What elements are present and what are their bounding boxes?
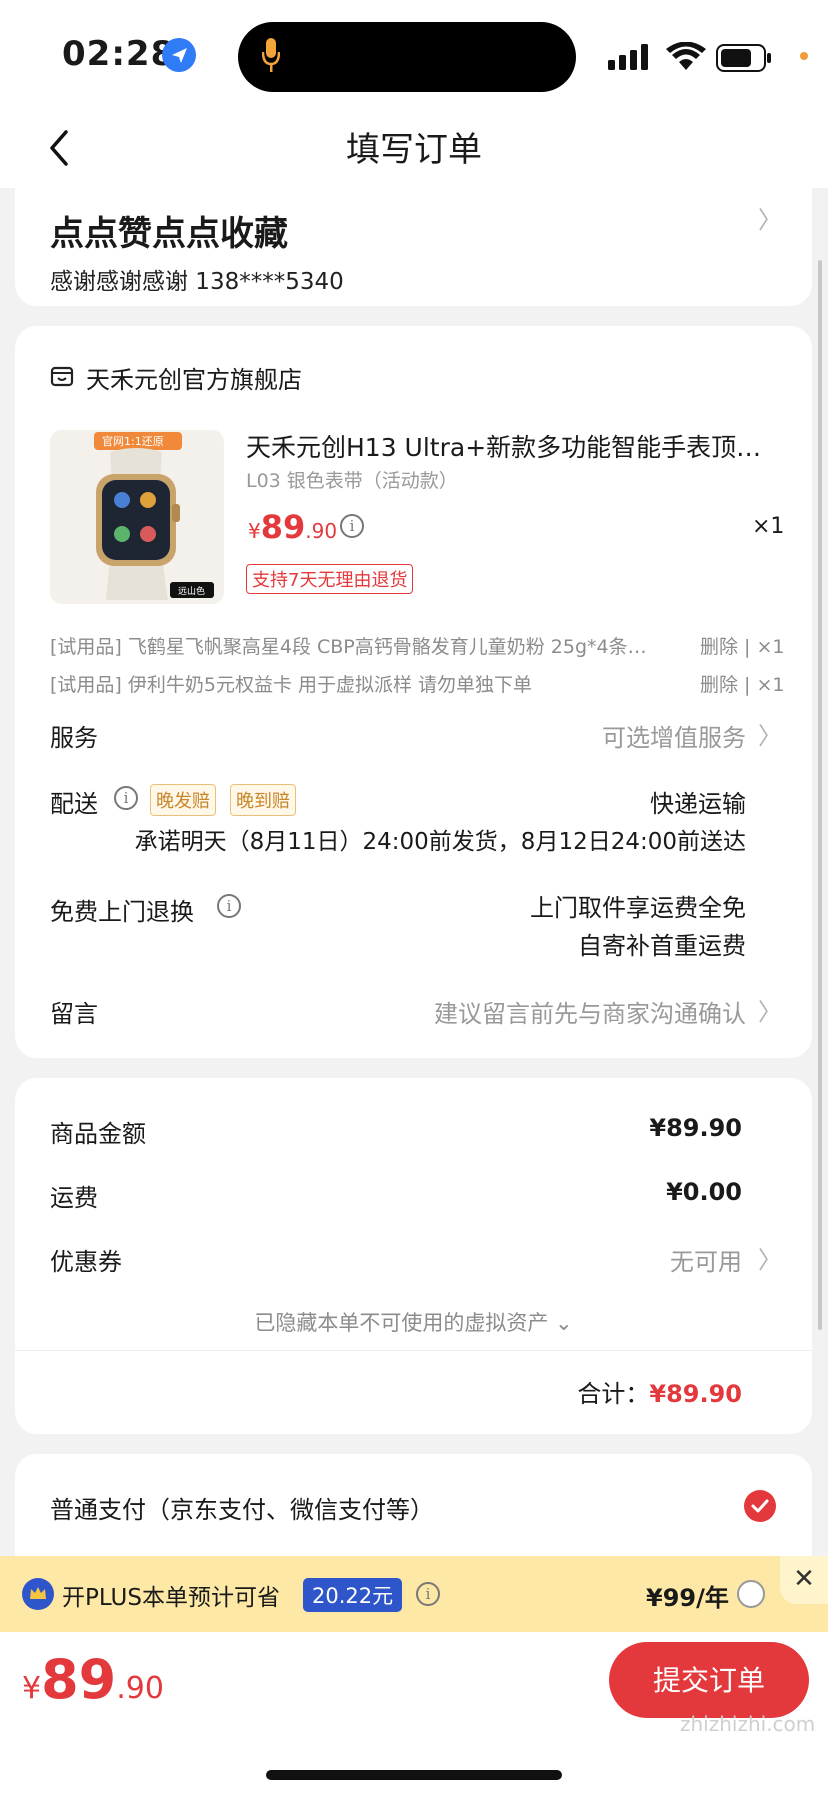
goods-amount-label: 商品金额: [50, 1120, 146, 1148]
store-icon: [50, 364, 74, 388]
close-icon[interactable]: ✕: [780, 1556, 828, 1604]
watermark: zhizhizhi.com: [680, 1712, 816, 1736]
status-time: 02:28: [62, 34, 176, 74]
product-image[interactable]: 官网1:1还原 远山色: [50, 430, 224, 604]
delivery-promise: 承诺明天（8月11日）24:00前发货，8月12日24:00前送达: [134, 829, 746, 855]
message-input[interactable]: 建议留言前先与商家沟通确认: [360, 994, 746, 1029]
trial-item-1: [试用品] 飞鹤星飞帆聚高星4段 CBP高钙骨骼发育儿童奶粉 25g*4条…: [50, 636, 647, 658]
bottom-total-price: ¥89.90: [22, 1648, 164, 1711]
plus-price: ¥99/年: [646, 1584, 729, 1612]
free-return-label: 免费上门退换: [50, 898, 194, 926]
delivery-label: 配送: [50, 790, 98, 818]
delivery-method[interactable]: 快递运输: [540, 784, 746, 819]
goods-amount-value: ¥89.90: [649, 1114, 742, 1142]
delivery-info-icon[interactable]: i: [114, 786, 138, 810]
shipping-value: ¥0.00: [666, 1178, 742, 1206]
coupon-label: 优惠券: [50, 1248, 122, 1276]
plus-savings-badge: 20.22元: [303, 1578, 403, 1612]
price-dec: .90: [305, 519, 338, 543]
microphone-icon: [261, 36, 281, 76]
price-int: 89: [260, 508, 306, 546]
plus-promo-text: 开PLUS本单预计可省: [62, 1585, 280, 1611]
shipping-label: 运费: [50, 1184, 98, 1212]
message-label: 留言: [50, 1000, 98, 1028]
free-return-line1: 上门取件享运费全免: [530, 894, 746, 922]
bottom-price-int: 89: [41, 1648, 117, 1711]
product-spec[interactable]: L03 银色表带（活动款）: [246, 466, 458, 493]
return-policy-tag: 支持7天无理由退货: [246, 564, 414, 594]
signal-icon: [608, 44, 652, 70]
chevron-right-icon: 〉: [758, 722, 782, 750]
chevron-right-icon: 〉: [758, 1246, 782, 1274]
plus-radio-button[interactable]: [737, 1580, 765, 1608]
hidden-assets-toggle[interactable]: 已隐藏本单不可使用的虚拟资产 ⌄: [15, 1307, 812, 1337]
trial-item-1-delete[interactable]: 删除 | ×1: [700, 632, 785, 659]
price-symbol: ¥: [248, 519, 261, 543]
location-icon: [162, 38, 196, 72]
total-row: 合计：¥89.90: [560, 1374, 742, 1409]
trial-item-2-delete[interactable]: 删除 | ×1: [700, 670, 785, 697]
product-image-badge: 官网1:1还原: [102, 435, 164, 448]
price-info-icon[interactable]: i: [340, 514, 364, 538]
address-recipient: 点点赞点点收藏: [50, 214, 288, 254]
late-ship-badge: 晚发赔: [150, 784, 216, 816]
chevron-right-icon: 〉: [758, 206, 782, 234]
free-return-info-icon[interactable]: i: [217, 894, 241, 918]
divider: [15, 1350, 812, 1351]
product-price: ¥89.90: [248, 508, 337, 546]
product-title[interactable]: 天禾元创H13 Ultra+新款多功能智能手表顶…: [246, 428, 766, 464]
crown-icon: [22, 1578, 54, 1610]
battery-icon: [716, 44, 772, 72]
total-label: 合计：: [577, 1380, 650, 1408]
home-indicator[interactable]: [266, 1770, 562, 1780]
dynamic-island: [238, 22, 576, 92]
wifi-icon: [666, 41, 706, 72]
trial-item-2: [试用品] 伊利牛奶5元权益卡 用于虚拟派样 请勿单独下单: [50, 674, 533, 696]
payment-method-label: 普通支付（京东支付、微信支付等）: [50, 1496, 434, 1524]
privacy-indicator: [800, 52, 808, 60]
product-image-tag: 远山色: [178, 587, 206, 597]
coupon-value[interactable]: 无可用: [560, 1242, 742, 1277]
product-quantity: ×1: [752, 514, 785, 539]
plus-info-icon[interactable]: i: [416, 1582, 440, 1606]
service-value[interactable]: 可选增值服务: [480, 718, 746, 753]
shop-name[interactable]: 天禾元创官方旗舰店: [86, 360, 302, 395]
service-label: 服务: [50, 724, 98, 752]
address-detail: 感谢感谢感谢 138****5340: [50, 269, 344, 295]
check-icon[interactable]: [744, 1490, 776, 1522]
bottom-price-dec: .90: [116, 1671, 164, 1706]
chevron-right-icon: 〉: [758, 998, 782, 1026]
page-title: 填写订单: [346, 130, 482, 170]
scrollbar[interactable]: [818, 260, 822, 1330]
bottom-price-symbol: ¥: [22, 1671, 42, 1706]
total-value: ¥89.90: [649, 1380, 742, 1408]
submit-order-button[interactable]: 提交订单: [609, 1642, 809, 1718]
late-arrival-badge: 晚到赔: [230, 784, 296, 816]
free-return-line2: 自寄补首重运费: [578, 932, 746, 960]
